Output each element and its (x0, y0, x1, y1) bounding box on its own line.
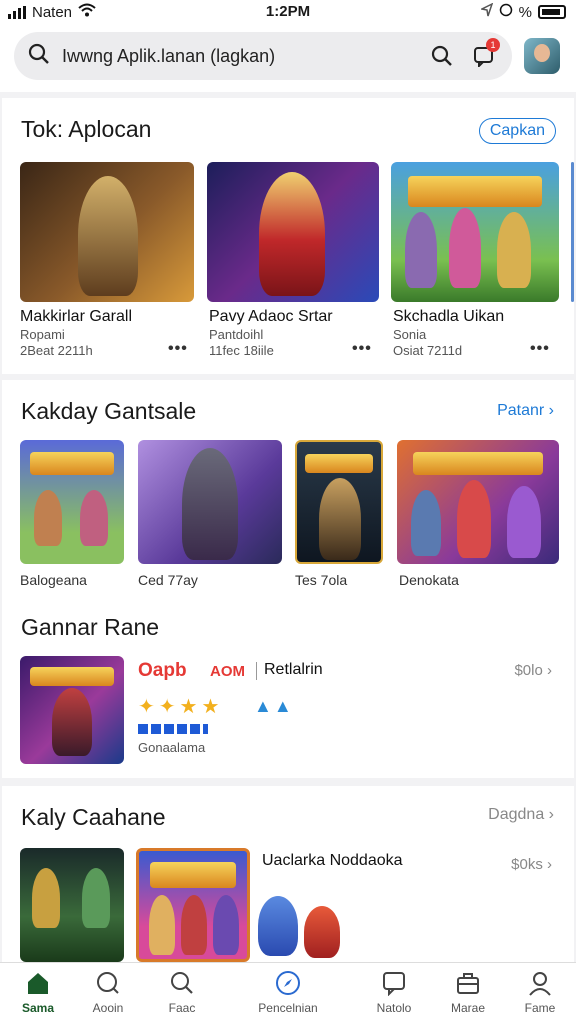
nav-label: Marae (450, 1001, 485, 1015)
location-icon (479, 2, 493, 21)
see-more-link[interactable]: Patanr › (497, 402, 554, 420)
search-input[interactable]: Iwwng Aplik.lanan (lagkan) (62, 46, 414, 67)
game-thumbnail-peek (571, 162, 574, 302)
see-more-link[interactable]: Dagdna › (488, 806, 554, 824)
game-subtitle: Gonaalama (138, 740, 206, 755)
character-icons: ✦✦★★ (138, 696, 224, 718)
home-icon (2, 969, 74, 997)
game-thumbnail[interactable] (20, 848, 124, 962)
status-bar: Naten 1:2PM % (0, 0, 576, 26)
nav-label: Fame (524, 1001, 556, 1015)
section-title: Tok: Aplocan (21, 116, 152, 142)
chevron-right-icon: › (548, 806, 554, 823)
character-art (304, 906, 340, 958)
price-link[interactable]: $0lo › (514, 662, 552, 679)
nav-apps[interactable]: Aooin (72, 969, 144, 1015)
avatar[interactable] (524, 38, 560, 74)
game-title[interactable]: Skchadla Uikan (393, 308, 504, 326)
game-title[interactable]: Retlalrin (264, 661, 323, 679)
game-genre: Ropami (20, 327, 65, 342)
game-title[interactable]: Ced 77ay (138, 572, 198, 588)
game-thumbnail[interactable] (295, 440, 383, 564)
chevron-right-icon: › (548, 402, 554, 419)
section-popular: Kakday Gantsale Patanr › Balogeana Ced 7… (2, 380, 574, 778)
section-title: Kakday Gantsale (21, 398, 197, 424)
see-more-label: Patanr (497, 402, 545, 419)
game-title[interactable]: Pavy Adaoc Srtar (209, 308, 333, 326)
nav-home[interactable]: Sama (2, 969, 74, 1015)
search-submit-icon[interactable] (428, 42, 456, 70)
game-meta: Osiat 7211d (393, 343, 463, 358)
battery-percent: % (518, 3, 532, 21)
game-genre: Sonia (393, 327, 427, 342)
search-icon (28, 43, 50, 70)
more-options-icon[interactable]: ••• (168, 340, 188, 358)
nav-search[interactable]: Faac (146, 969, 218, 1015)
nav-profile[interactable]: Fame (504, 969, 576, 1015)
game-genre: Pantdoihl (209, 327, 264, 342)
price-link[interactable]: $0ks › (511, 856, 552, 873)
section-title: Gannar Rane (21, 614, 160, 640)
game-title[interactable]: Tes 7ola (295, 572, 347, 588)
nav-label: Faac (168, 1001, 196, 1015)
compass-icon (252, 969, 324, 997)
price-label: $0lo (514, 662, 543, 679)
game-title[interactable]: Makkirlar Garall (20, 308, 132, 326)
nav-label: Pencelnian (258, 1001, 318, 1015)
nav-library[interactable]: Marae (432, 969, 504, 1015)
search-icon (146, 969, 218, 997)
app-screen: Naten 1:2PM % Iwwng Aplik.lanan (lagkan) (0, 0, 576, 1024)
nav-label: Sama (21, 1001, 55, 1015)
chevron-right-icon: › (547, 662, 552, 679)
message-icon (358, 969, 430, 997)
game-title[interactable]: Denokata (399, 572, 459, 588)
game-thumbnail[interactable] (136, 848, 250, 962)
more-options-icon[interactable]: ••• (530, 340, 550, 358)
notification-icon[interactable]: 1 (470, 38, 500, 70)
game-thumbnail[interactable] (391, 162, 559, 302)
game-tag: AOM (210, 663, 245, 680)
nav-updates[interactable]: Natolo (358, 969, 430, 1015)
nav-explore[interactable]: Pencelnian (252, 969, 324, 1015)
person-icon (504, 969, 576, 997)
game-title[interactable]: Balogeana (20, 572, 87, 588)
section-top-apps: Tok: Aplocan Capkan Makkirlar Garall Rop… (2, 98, 574, 374)
game-thumbnail[interactable] (20, 656, 124, 764)
game-thumbnail[interactable] (138, 440, 282, 564)
discover-icon (72, 969, 144, 997)
search-header: Iwwng Aplik.lanan (lagkan) 1 (0, 26, 576, 92)
game-thumbnail[interactable] (20, 162, 194, 302)
nav-label: Aooin (92, 1001, 124, 1015)
briefcase-icon (432, 969, 504, 997)
alarm-icon (499, 3, 513, 21)
more-options-icon[interactable]: ••• (352, 340, 372, 358)
section-recommended: Kaly Caahane Dagdna › Uaclarka Noddaoka … (2, 786, 574, 962)
game-thumbnail[interactable] (20, 440, 124, 564)
price-label: $0ks (511, 856, 543, 873)
search-bar[interactable]: Iwwng Aplik.lanan (lagkan) 1 (14, 32, 512, 80)
game-thumbnail[interactable] (397, 440, 559, 564)
battery-icon (538, 5, 566, 19)
game-tag: Oapb (138, 660, 187, 681)
bottom-navigation: Sama Aooin Faac Pencelnian Natolo Marae … (0, 962, 576, 1024)
see-more-label: Dagdna (488, 806, 545, 823)
game-meta: 2Beat 2211h (20, 343, 93, 358)
nav-label: Natolo (376, 1001, 412, 1015)
rating-bar (138, 724, 208, 734)
section-title: Kaly Caahane (21, 804, 166, 830)
see-all-button[interactable]: Capkan (478, 118, 556, 144)
character-art (258, 896, 298, 956)
chevron-right-icon: › (547, 856, 552, 873)
game-title[interactable]: Uaclarka Noddaoka (262, 852, 403, 870)
notification-badge: 1 (486, 38, 500, 52)
game-thumbnail[interactable] (207, 162, 379, 302)
character-icons: ▲▲ (254, 696, 294, 716)
divider (256, 662, 257, 680)
game-meta: 11fec 18iile (209, 343, 274, 358)
